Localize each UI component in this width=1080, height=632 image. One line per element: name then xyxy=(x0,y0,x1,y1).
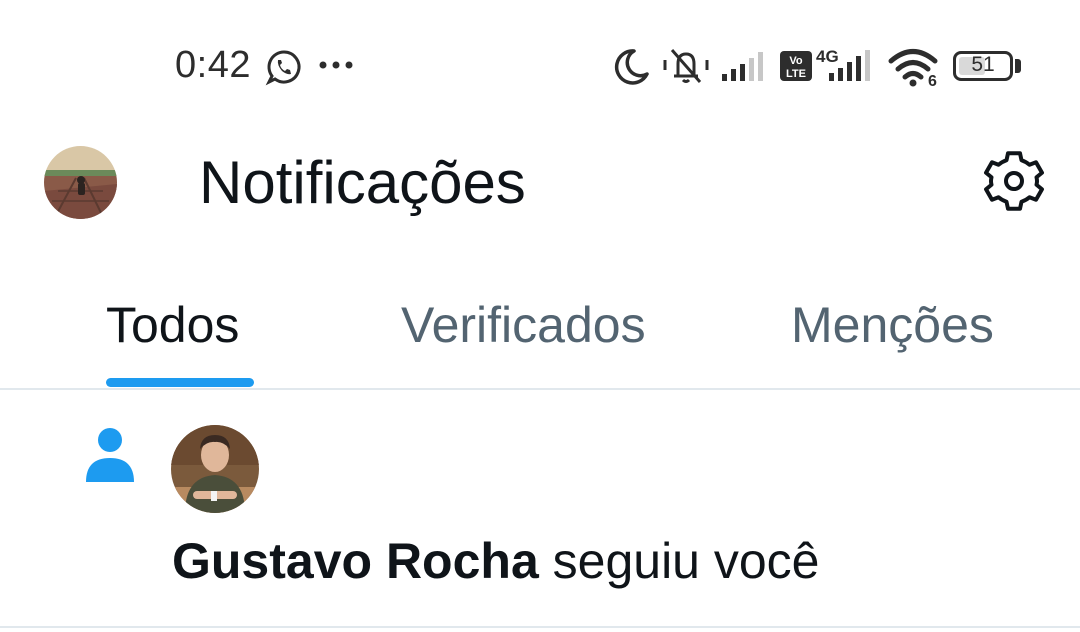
tab-mencoes[interactable]: Menções xyxy=(791,296,994,356)
active-tab-indicator xyxy=(106,378,254,387)
battery-level: 51 xyxy=(971,53,995,76)
profile-avatar[interactable] xyxy=(44,146,117,219)
status-time: 0:42 xyxy=(175,44,251,86)
signal-icon xyxy=(722,52,763,81)
follower-name[interactable]: Gustavo Rocha xyxy=(172,533,539,589)
more-dots-icon xyxy=(319,61,353,69)
list-divider xyxy=(0,626,1080,628)
battery-tip xyxy=(1015,59,1021,73)
whatsapp-icon xyxy=(265,50,301,86)
follower-avatar-image xyxy=(171,425,259,513)
follower-avatar[interactable] xyxy=(171,425,259,513)
page-title: Notificações xyxy=(199,149,526,216)
net-label: 4G xyxy=(816,47,839,66)
tab-verificados[interactable]: Verificados xyxy=(401,296,646,356)
person-icon xyxy=(86,428,134,482)
gear-icon[interactable] xyxy=(982,149,1046,213)
svg-text:Vo: Vo xyxy=(789,55,803,67)
tab-todos[interactable]: Todos xyxy=(106,296,239,356)
battery-icon: 51 xyxy=(953,51,1013,81)
moon-icon xyxy=(614,49,649,85)
bell-muted-icon xyxy=(663,49,709,83)
profile-avatar-image xyxy=(44,146,117,219)
4g-signal-icon: 4G xyxy=(816,47,870,81)
status-bar: 0:42 Vo LTE 4G 6 51 xyxy=(0,0,1080,130)
svg-text:6: 6 xyxy=(928,73,937,88)
notification-action: seguiu você xyxy=(538,533,820,589)
wifi-icon: 6 xyxy=(888,49,938,88)
volte-icon: Vo LTE xyxy=(780,51,812,81)
notification-text: Gustavo Rocha seguiu você xyxy=(172,532,820,590)
notification-item[interactable] xyxy=(0,390,1080,626)
svg-text:LTE: LTE xyxy=(786,68,806,80)
